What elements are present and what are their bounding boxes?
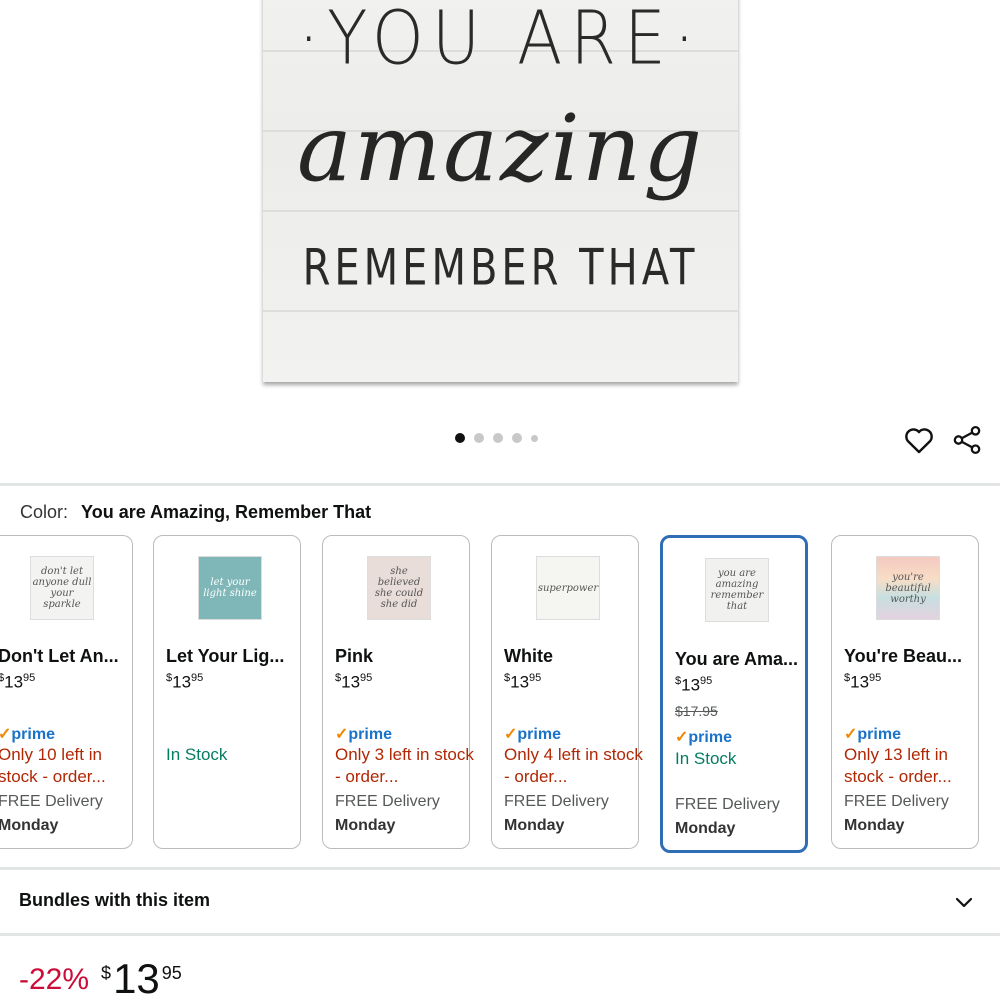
list-price: $17.95 <box>675 703 718 719</box>
variant-card[interactable]: she believed she could she did Pink $139… <box>322 535 474 849</box>
prime-badge: ✓prime <box>675 729 732 746</box>
share-icon <box>953 425 981 455</box>
share-button[interactable] <box>950 423 984 457</box>
section-divider <box>0 483 1000 486</box>
heart-icon <box>905 428 933 454</box>
delivery-info: FREE Delivery Monday <box>844 793 949 834</box>
carousel-dot[interactable] <box>512 433 522 443</box>
carousel-dot[interactable] <box>474 433 484 443</box>
current-price: $13 95 <box>101 955 182 1002</box>
section-divider <box>0 933 1000 936</box>
variant-thumbnail: let your light shine <box>198 556 262 620</box>
variant-carousel[interactable]: don't let anyone dull your sparkle Don't… <box>0 535 1000 853</box>
delivery-info: FREE Delivery Monday <box>335 793 440 834</box>
stock-status: Only 13 left in stock - order... <box>844 745 952 786</box>
stock-status: Only 10 left in stock - order... <box>0 745 106 786</box>
variant-price: $1395 <box>335 672 373 692</box>
color-label: Color: <box>20 502 69 522</box>
bundles-title: Bundles with this item <box>19 890 211 910</box>
sign-text-line3: REMEMBER THAT <box>302 239 699 297</box>
stock-status: In Stock <box>166 745 228 764</box>
variant-card-selected[interactable]: you are amazing remember that You are Am… <box>660 535 808 853</box>
variant-price: $1395 <box>0 672 36 692</box>
carousel-indicator[interactable] <box>455 433 538 443</box>
stock-status: Only 3 left in stock - order... <box>335 745 474 786</box>
prime-badge: ✓prime <box>844 726 901 743</box>
variant-thumbnail: you are amazing remember that <box>705 558 769 622</box>
variant-card[interactable]: let your light shine Let Your Lig... $13… <box>153 535 301 849</box>
delivery-info: FREE Delivery Monday <box>675 796 780 837</box>
variant-price: $1395 <box>166 672 204 692</box>
wishlist-button[interactable] <box>902 423 936 457</box>
carousel-dot[interactable] <box>493 433 503 443</box>
variant-card[interactable]: don't let anyone dull your sparkle Don't… <box>0 535 133 849</box>
prime-badge: ✓prime <box>0 726 55 743</box>
color-selection-label: Color: You are Amazing, Remember That <box>20 502 371 523</box>
variant-card[interactable]: you're beautiful worthy You're Beau... $… <box>831 535 979 849</box>
sign-text-line1: ·YOU ARE· <box>298 0 703 82</box>
price-block: -22% $13 95 <box>19 955 182 1003</box>
product-image-area: ·YOU ARE· amazing REMEMBER THAT <box>0 0 1000 410</box>
prime-badge: ✓prime <box>335 726 392 743</box>
wood-grain <box>263 210 738 212</box>
variant-name: Don't Let An... <box>0 646 119 666</box>
variant-name: White <box>504 646 553 666</box>
prime-badge: ✓prime <box>504 726 561 743</box>
carousel-dot[interactable] <box>455 433 465 443</box>
variant-price: $1395 <box>675 675 713 695</box>
product-image[interactable]: ·YOU ARE· amazing REMEMBER THAT <box>263 0 738 382</box>
delivery-info: FREE Delivery Monday <box>0 793 103 834</box>
variant-name: Let Your Lig... <box>166 646 285 666</box>
discount-percent: -22% <box>19 963 90 996</box>
variant-name: You are Ama... <box>675 649 799 669</box>
carousel-dot[interactable] <box>531 434 538 442</box>
variant-card[interactable]: superpower White $1395 ✓prime Only 4 lef… <box>491 535 643 849</box>
variant-thumbnail: she believed she could she did <box>367 556 431 620</box>
variant-thumbnail: don't let anyone dull your sparkle <box>30 556 94 620</box>
bundles-expander[interactable]: Bundles with this item <box>0 870 1000 934</box>
variant-name: You're Beau... <box>844 646 962 666</box>
stock-status: In Stock <box>675 749 737 768</box>
sign-text-line2: amazing <box>297 95 704 202</box>
variant-price: $1395 <box>844 672 882 692</box>
variant-name: Pink <box>335 646 374 666</box>
stock-status: Only 4 left in stock - order... <box>504 745 643 786</box>
variant-thumbnail: superpower <box>536 556 600 620</box>
variant-price: $1395 <box>504 672 542 692</box>
delivery-info: FREE Delivery Monday <box>504 793 609 834</box>
variant-thumbnail: you're beautiful worthy <box>876 556 940 620</box>
chevron-down-icon <box>955 897 973 908</box>
color-value: You are Amazing, Remember That <box>81 502 372 522</box>
wood-grain <box>263 310 738 312</box>
